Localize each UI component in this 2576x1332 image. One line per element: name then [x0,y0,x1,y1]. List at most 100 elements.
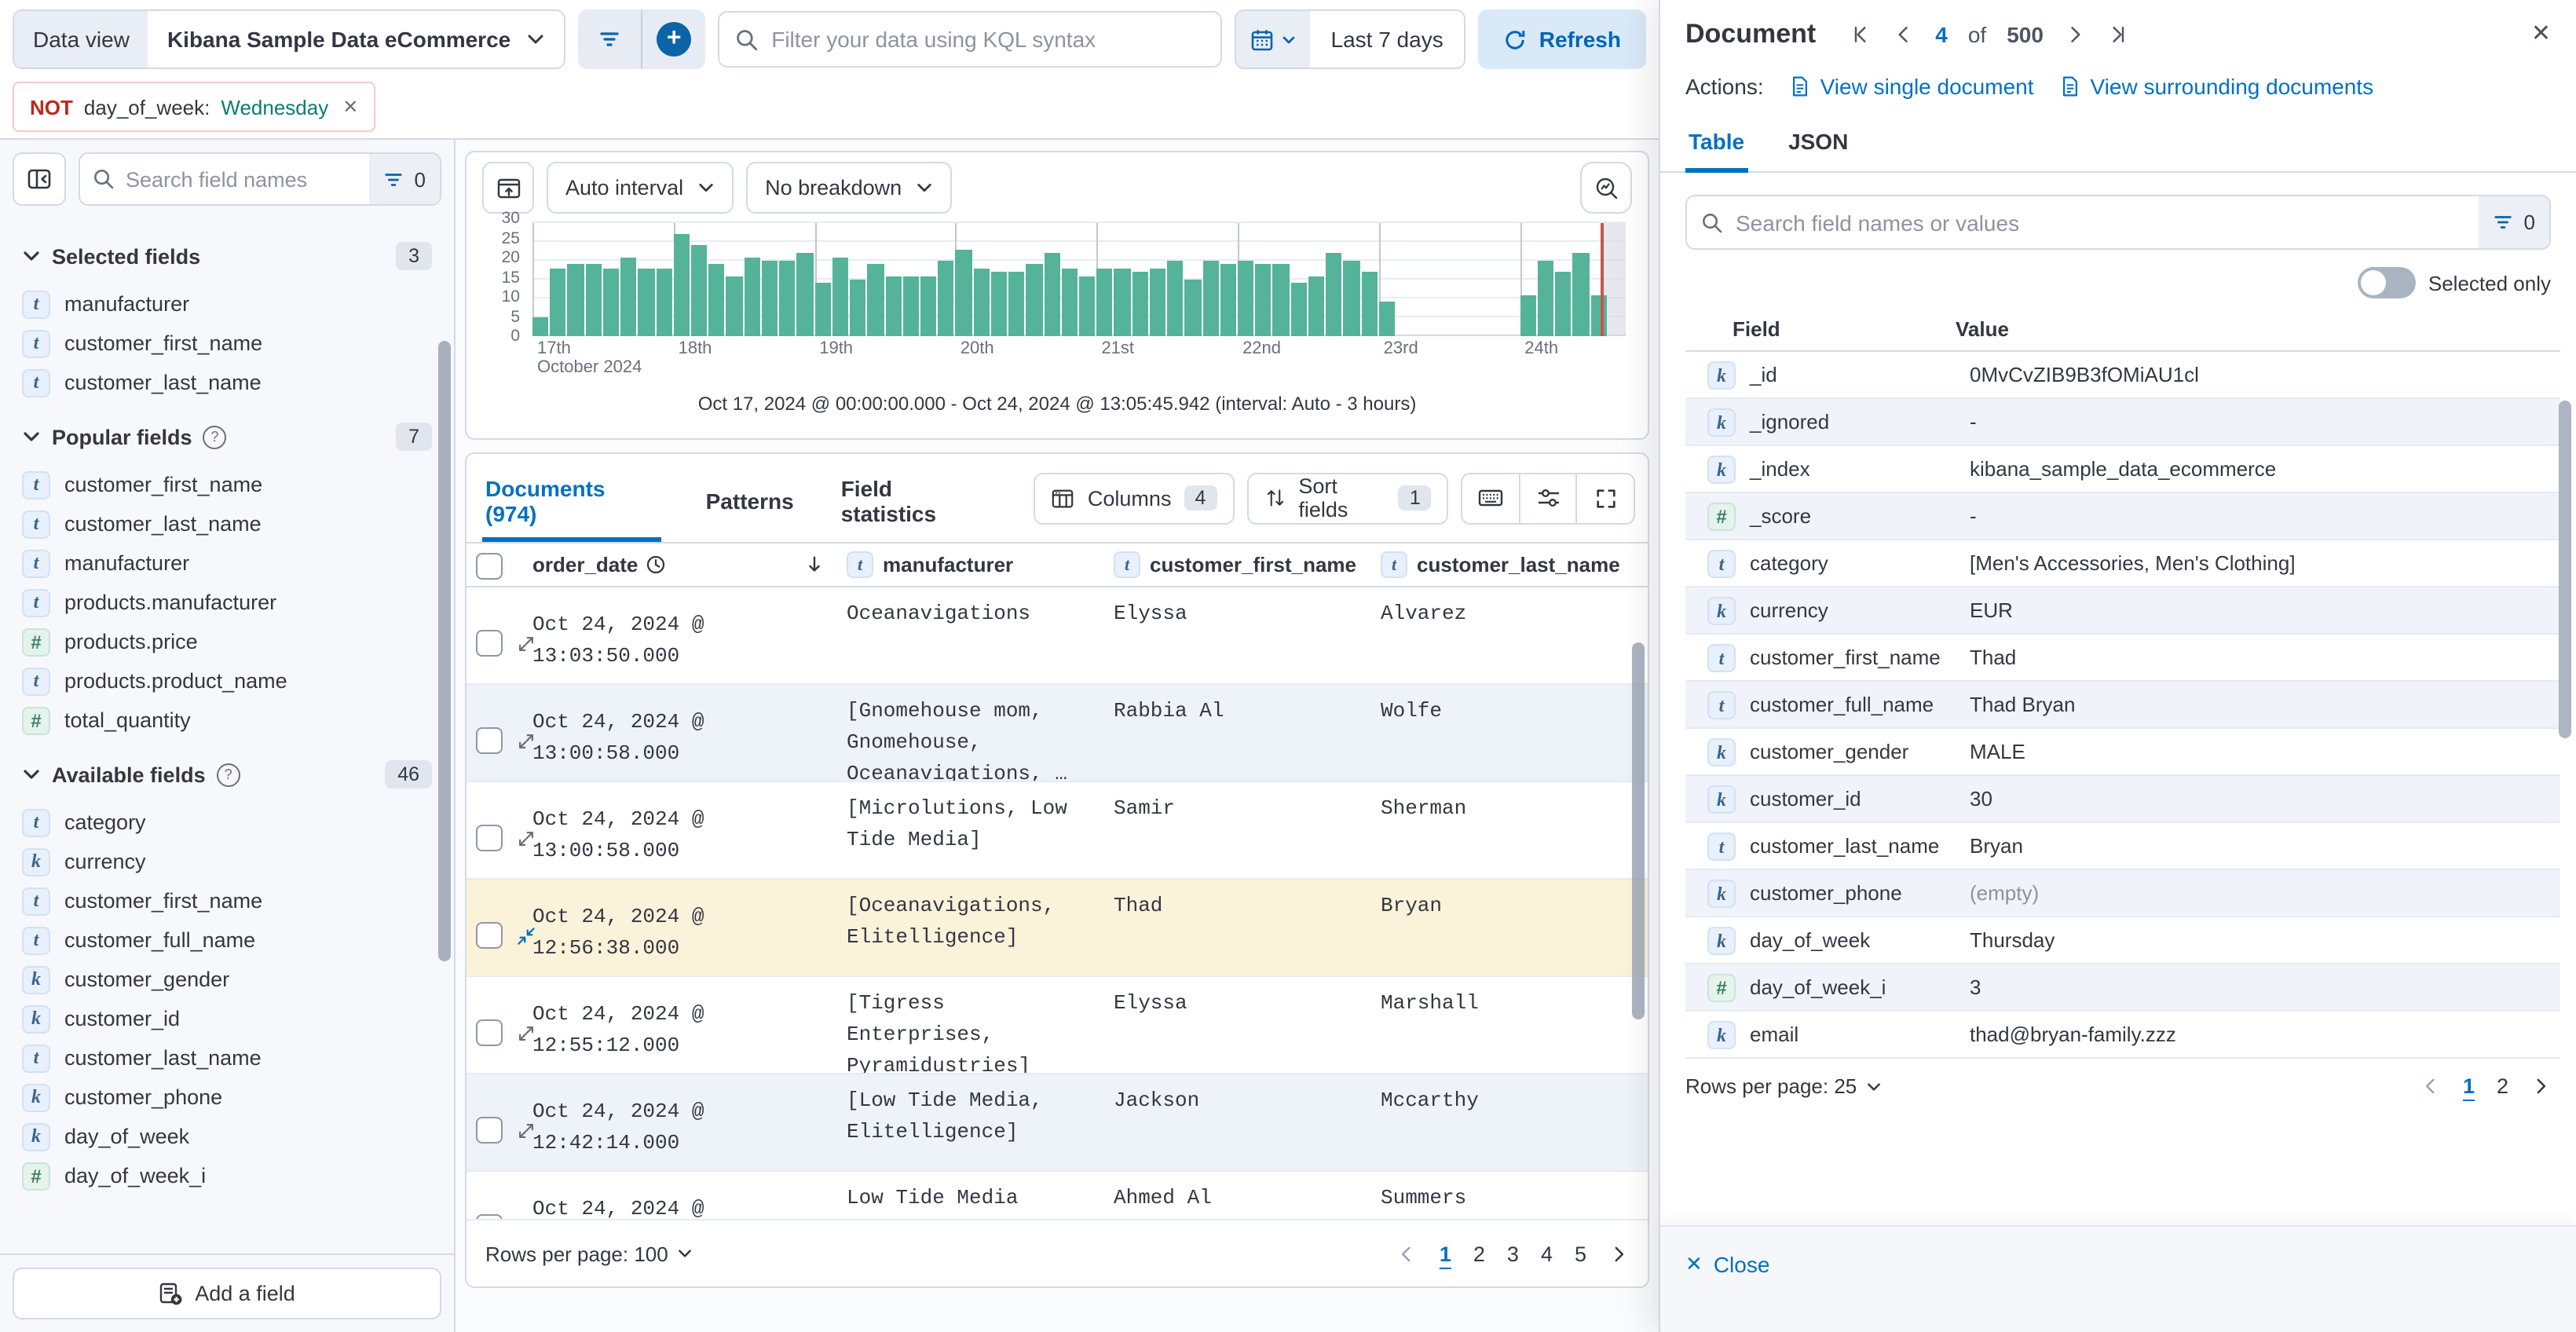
sidebar-scrollbar[interactable] [438,341,451,961]
refresh-button[interactable]: Refresh [1478,9,1646,69]
field-value-row[interactable]: kemailthad@bryan-family.zzz [1685,1012,2560,1059]
field-section-header[interactable]: Available fields?46 [22,760,432,789]
flyout-tab-json[interactable]: JSON [1785,115,1851,171]
field-item[interactable]: tmanufacturer [22,284,432,324]
next-page-button[interactable] [2530,1076,2551,1096]
field-value-row[interactable]: #_score- [1685,493,2560,540]
selected-only-toggle[interactable] [2358,267,2416,298]
hide-chart-button[interactable] [482,162,534,214]
table-row[interactable]: Oct 24, 2024 @ 12:55:12.000[Tigress Ente… [467,977,1648,1074]
page-number-4[interactable]: 4 [1541,1242,1553,1265]
flyout-rows-per-page-button[interactable]: Rows per page: 25 [1685,1074,1882,1098]
page-number-2[interactable]: 2 [2497,1074,2508,1098]
field-item[interactable]: tcustomer_last_name [22,1038,432,1078]
page-number-1[interactable]: 1 [2463,1074,2475,1098]
tab-field-statistics[interactable]: Field statistics [838,462,993,542]
close-flyout-button[interactable]: ✕ Close [1685,1252,1769,1277]
field-item[interactable]: #total_quantity [22,701,432,740]
view-surrounding-documents-link[interactable]: View surrounding documents [2059,74,2374,99]
first-document-button[interactable] [1850,24,1872,46]
page-number-3[interactable]: 3 [1507,1242,1519,1265]
sort-fields-button[interactable]: Sort fields 1 [1246,472,1448,524]
table-row[interactable]: Oct 24, 2024 @ 13:00:58.000[Gnomehouse m… [467,685,1648,782]
column-header-customer-first-name[interactable]: t customer_first_name [1114,551,1381,578]
row-checkbox[interactable] [476,1019,503,1045]
row-checkbox[interactable] [476,726,503,753]
tab-patterns[interactable]: Patterns [703,474,797,529]
field-item[interactable]: kcurrency [22,842,432,881]
field-item[interactable]: kcustomer_phone [22,1078,432,1117]
row-checkbox[interactable] [476,921,503,948]
select-all-checkbox[interactable] [476,553,503,580]
sidebar-filter-button[interactable]: 0 [369,154,440,204]
close-flyout-icon[interactable]: ✕ [2531,19,2551,47]
row-checkbox[interactable] [476,824,503,851]
flyout-tab-table[interactable]: Table [1685,115,1747,173]
field-value-row[interactable]: kday_of_weekThursday [1685,917,2560,964]
sort-descending-icon[interactable] [804,554,825,575]
keyboard-shortcuts-button[interactable] [1463,474,1519,522]
field-item[interactable]: tcustomer_last_name [22,363,432,402]
field-value-row[interactable]: tcustomer_last_nameBryan [1685,823,2560,870]
flyout-filter-button[interactable]: 0 [2479,195,2549,250]
previous-document-button[interactable] [1893,24,1915,46]
rows-per-page-button[interactable]: Rows per page: 100 [485,1242,693,1265]
previous-page-button[interactable] [1397,1243,1418,1264]
time-range-button[interactable]: Last 7 days [1311,11,1464,68]
documents-scrollbar[interactable] [1632,642,1645,1019]
column-header-manufacturer[interactable]: t manufacturer [847,551,1114,578]
field-value-row[interactable]: tcategory[Men's Accessories, Men's Cloth… [1685,540,2560,587]
page-number-5[interactable]: 5 [1575,1242,1586,1265]
field-item[interactable]: #day_of_week_i [22,1156,432,1195]
collapse-sidebar-button[interactable] [13,152,66,206]
field-value-row[interactable]: kcurrencyEUR [1685,587,2560,635]
field-value-row[interactable]: k_indexkibana_sample_data_ecommerce [1685,446,2560,493]
view-single-document-link[interactable]: View single document [1789,74,2034,99]
field-item[interactable]: tcustomer_full_name [22,920,432,960]
field-section-header[interactable]: Popular fields?7 [22,423,432,451]
field-item[interactable]: tcustomer_last_name [22,504,432,543]
field-value-row[interactable]: kcustomer_genderMALE [1685,729,2560,776]
field-section-header[interactable]: Selected fields3 [22,242,432,270]
tab-documents[interactable]: Documents (974) [482,462,662,542]
data-view-picker[interactable]: Data view Kibana Sample Data eCommerce [13,9,565,69]
table-row[interactable]: Oct 24, 2024 @ 12:56:38.000[Oceanavigati… [467,880,1648,977]
remove-filter-icon[interactable]: ✕ [342,96,358,118]
field-item[interactable]: #products.price [22,622,432,661]
next-page-button[interactable] [1608,1243,1629,1264]
field-item[interactable]: tproducts.manufacturer [22,583,432,622]
next-document-button[interactable] [2064,24,2086,46]
field-item[interactable]: tcustomer_first_name [22,465,432,504]
fullscreen-button[interactable] [1578,474,1634,522]
sidebar-search-input[interactable]: Search field names 0 [79,152,441,206]
field-item[interactable]: kday_of_week [22,1117,432,1156]
page-number-2[interactable]: 2 [1473,1242,1485,1265]
column-header-order-date[interactable]: order_date [532,553,847,576]
field-value-row[interactable]: kcustomer_id30 [1685,776,2560,823]
last-document-button[interactable] [2106,24,2128,46]
field-item[interactable]: tcategory [22,803,432,842]
field-value-row[interactable]: k_id0MvCvZIB9B3fOMiAU1cl [1685,352,2560,399]
interval-select[interactable]: Auto interval [547,162,734,214]
flyout-search-input[interactable]: Search field names or values 0 [1685,195,2551,250]
edit-visualization-button[interactable] [1580,162,1632,214]
field-item[interactable]: tproducts.product_name [22,661,432,701]
field-value-row[interactable]: kcustomer_phone(empty) [1685,870,2560,917]
row-checkbox[interactable] [476,629,503,656]
table-row[interactable]: Oct 24, 2024 @ 13:03:50.000Oceanavigatio… [467,587,1648,685]
field-item[interactable]: kcustomer_id [22,999,432,1038]
previous-page-button[interactable] [2420,1076,2441,1096]
field-item[interactable]: tcustomer_first_name [22,324,432,363]
field-value-row[interactable]: tcustomer_full_nameThad Bryan [1685,682,2560,729]
row-checkbox[interactable] [476,1116,503,1143]
page-number-1[interactable]: 1 [1440,1242,1451,1265]
field-item[interactable]: tcustomer_first_name [22,881,432,920]
add-filter-button[interactable]: + [642,9,705,69]
display-options-button[interactable] [1520,474,1576,522]
filter-pill[interactable]: NOT day_of_week: Wednesday ✕ [13,82,375,132]
data-view-button[interactable]: Kibana Sample Data eCommerce [148,11,564,68]
field-value-row[interactable]: #day_of_week_i3 [1685,964,2560,1012]
filter-menu-button[interactable] [578,9,641,69]
columns-button[interactable]: Columns 4 [1034,472,1234,524]
field-item[interactable]: kcustomer_gender [22,960,432,999]
